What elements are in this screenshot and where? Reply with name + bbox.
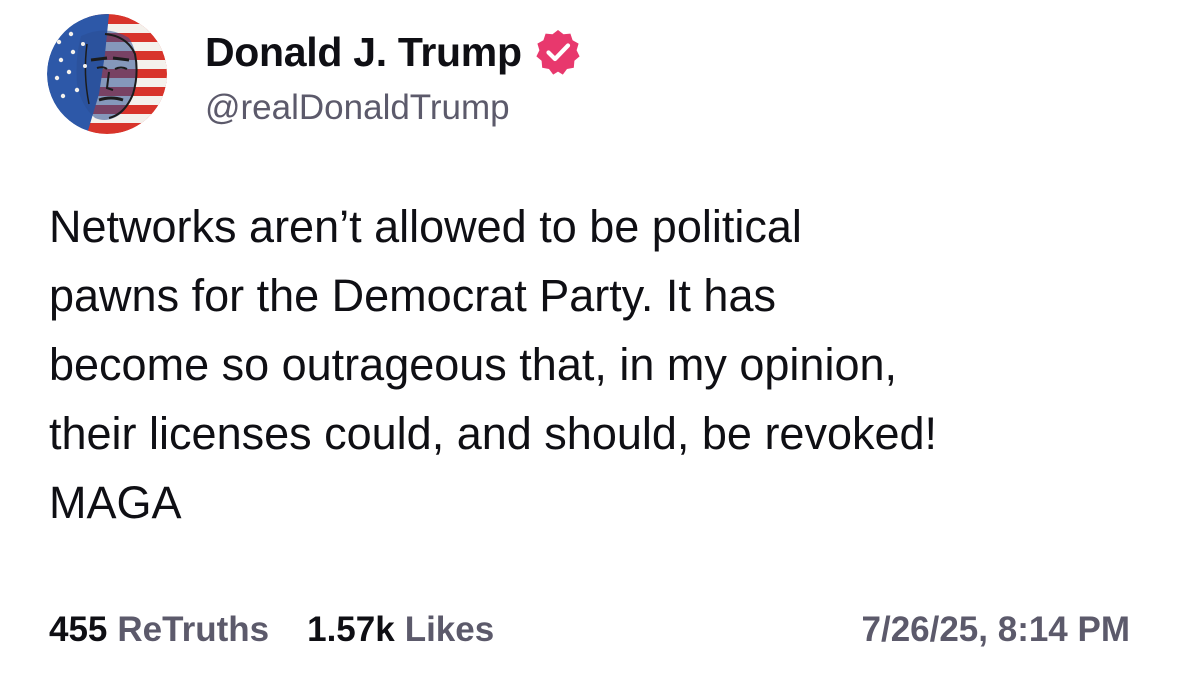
name-row: Donald J. Trump <box>205 26 582 78</box>
post-card: Donald J. Trump @realDonaldTrump Network… <box>0 0 1179 685</box>
post-text-line: their licenses could, and should, be rev… <box>49 408 938 459</box>
verified-badge-icon <box>534 28 582 76</box>
post-body: Networks aren’t allowed to be political … <box>49 192 1149 537</box>
author-block: Donald J. Trump @realDonaldTrump <box>205 26 582 128</box>
likes-label: Likes <box>404 610 495 649</box>
retruths-count: 455 <box>49 610 108 649</box>
likes-stat[interactable]: 1.57k Likes <box>307 610 494 650</box>
post-text-line: Networks aren’t allowed to be political <box>49 201 802 252</box>
likes-count: 1.57k <box>307 610 395 649</box>
post-text-line: pawns for the Democrat Party. It has <box>49 270 776 321</box>
post-text-line: MAGA <box>49 477 182 528</box>
avatar-image <box>47 14 167 134</box>
post-timestamp: 7/26/25, 8:14 PM <box>861 610 1131 649</box>
post-stats: 455 ReTruths 1.57k Likes <box>49 610 532 650</box>
post-text-line: become so outrageous that, in my opinion… <box>49 339 898 390</box>
author-display-name[interactable]: Donald J. Trump <box>205 29 522 76</box>
retruths-stat[interactable]: 455 ReTruths <box>49 610 269 650</box>
author-handle[interactable]: @realDonaldTrump <box>205 88 582 128</box>
retruths-label: ReTruths <box>117 610 270 649</box>
avatar[interactable] <box>47 14 167 134</box>
